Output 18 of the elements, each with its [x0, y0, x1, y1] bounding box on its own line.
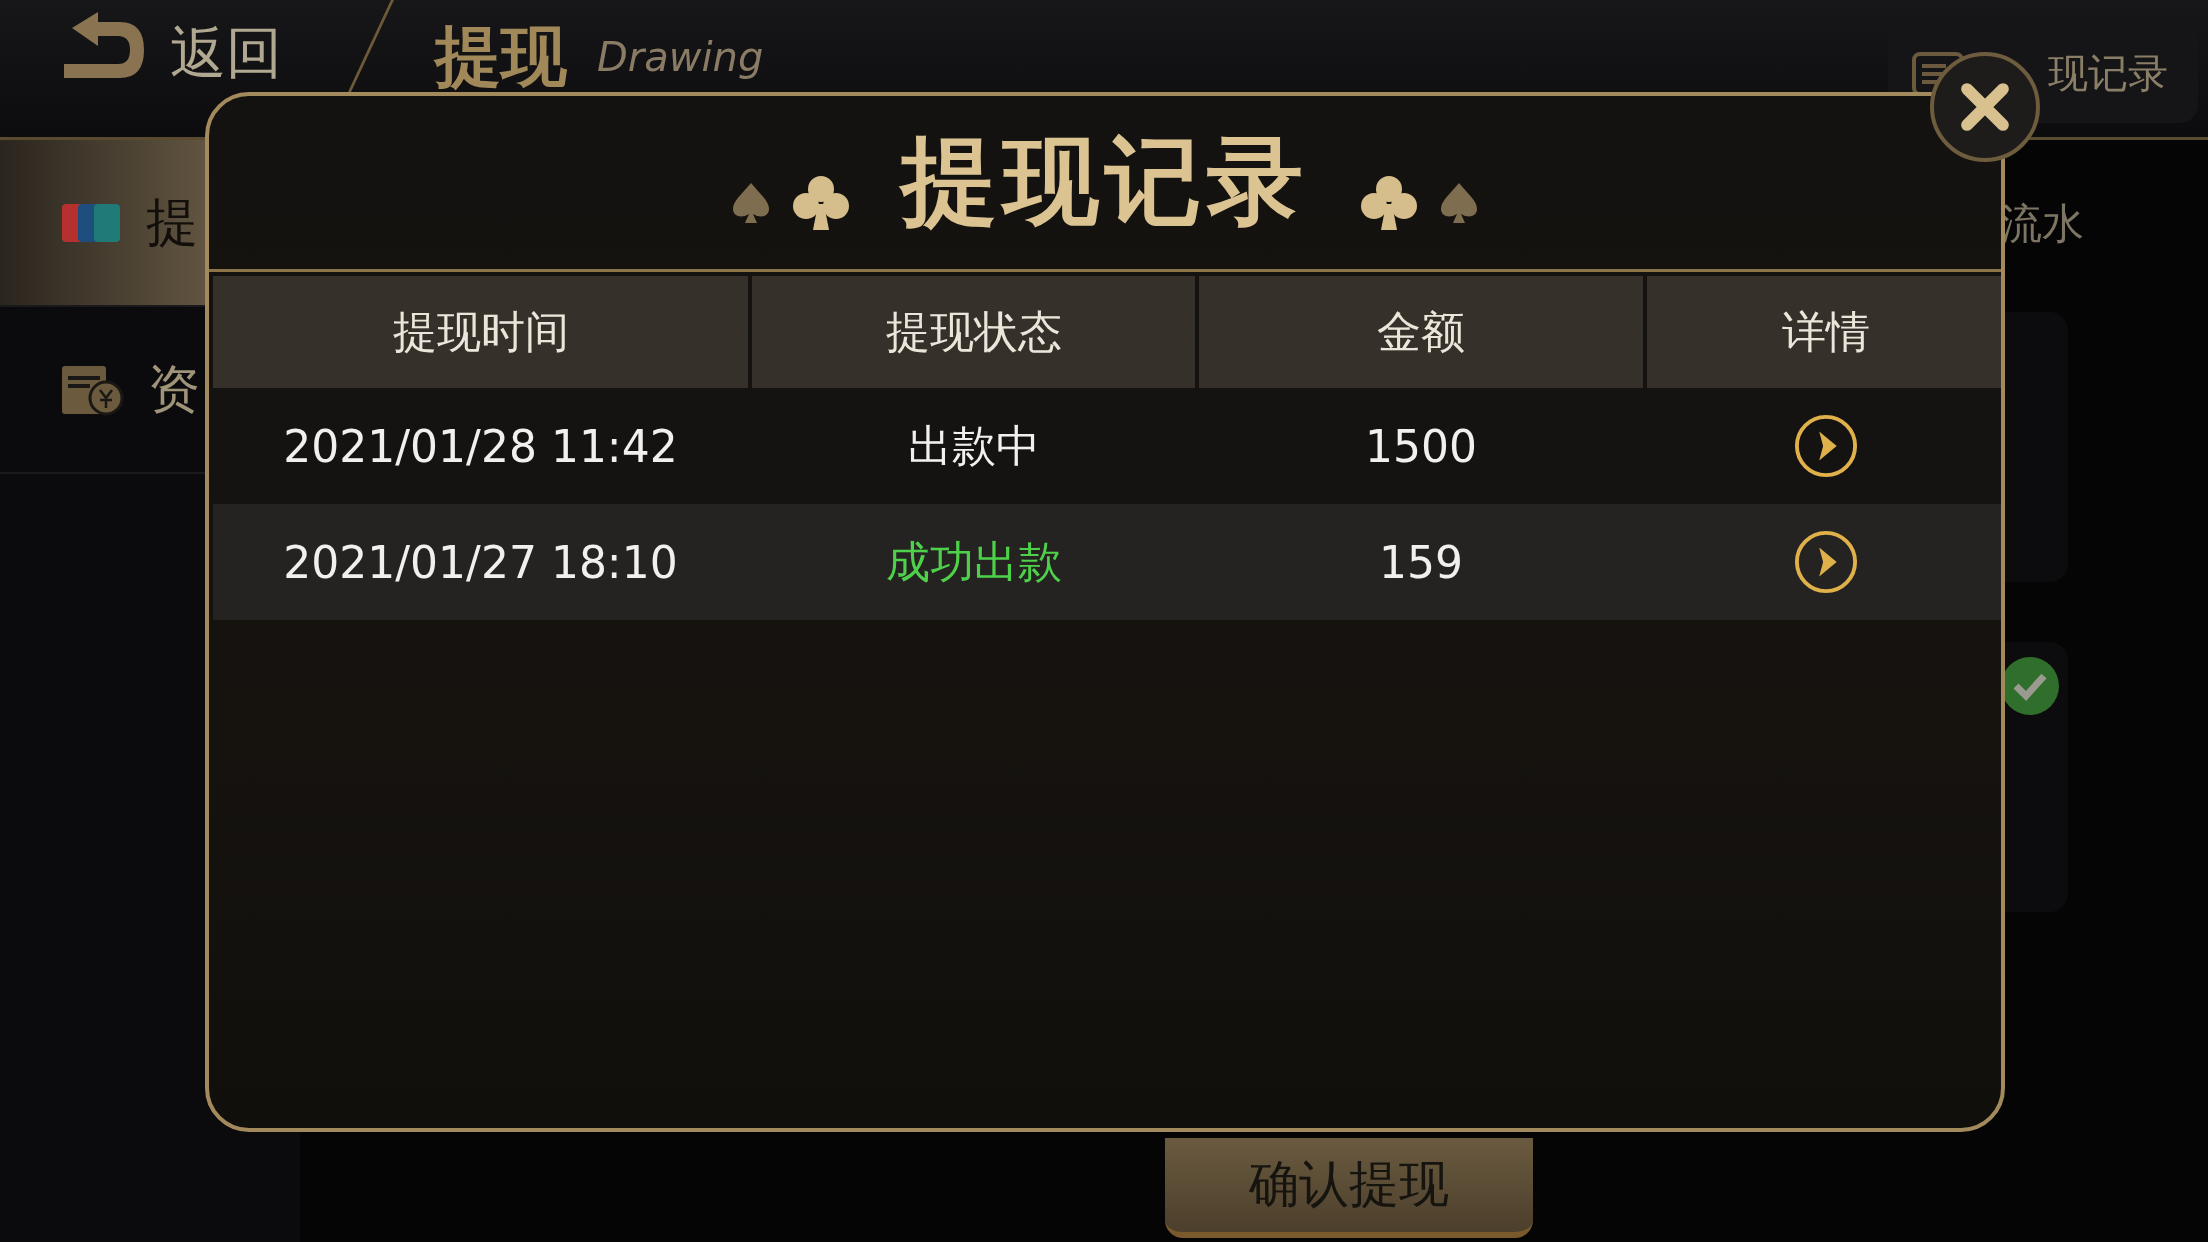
club-icon: [791, 173, 851, 232]
time-cell: 2021/01/27 18:10: [283, 536, 678, 588]
bank-card-icon: [60, 201, 122, 244]
amount-cell: 159: [1379, 536, 1463, 588]
status-cell-text: 成功出款: [885, 534, 1062, 589]
status-cell-text: 出款中: [907, 418, 1040, 473]
column-header: 金额: [1199, 276, 1643, 388]
page-title: 提现: [435, 17, 567, 97]
column-header: 提现时间: [213, 276, 748, 388]
club-icon: [1359, 173, 1419, 232]
wallet-coin-icon: [60, 363, 124, 416]
column-header: 详情: [1647, 276, 2001, 388]
column-header: 提现状态: [752, 276, 1195, 388]
close-icon: [1958, 80, 2012, 134]
dialog-title: 提现记录: [901, 123, 1309, 239]
page-subtitle: Drawing: [597, 34, 764, 80]
amount-cell: 1500: [1365, 420, 1477, 472]
back-button[interactable]: 返回: [58, 8, 282, 92]
